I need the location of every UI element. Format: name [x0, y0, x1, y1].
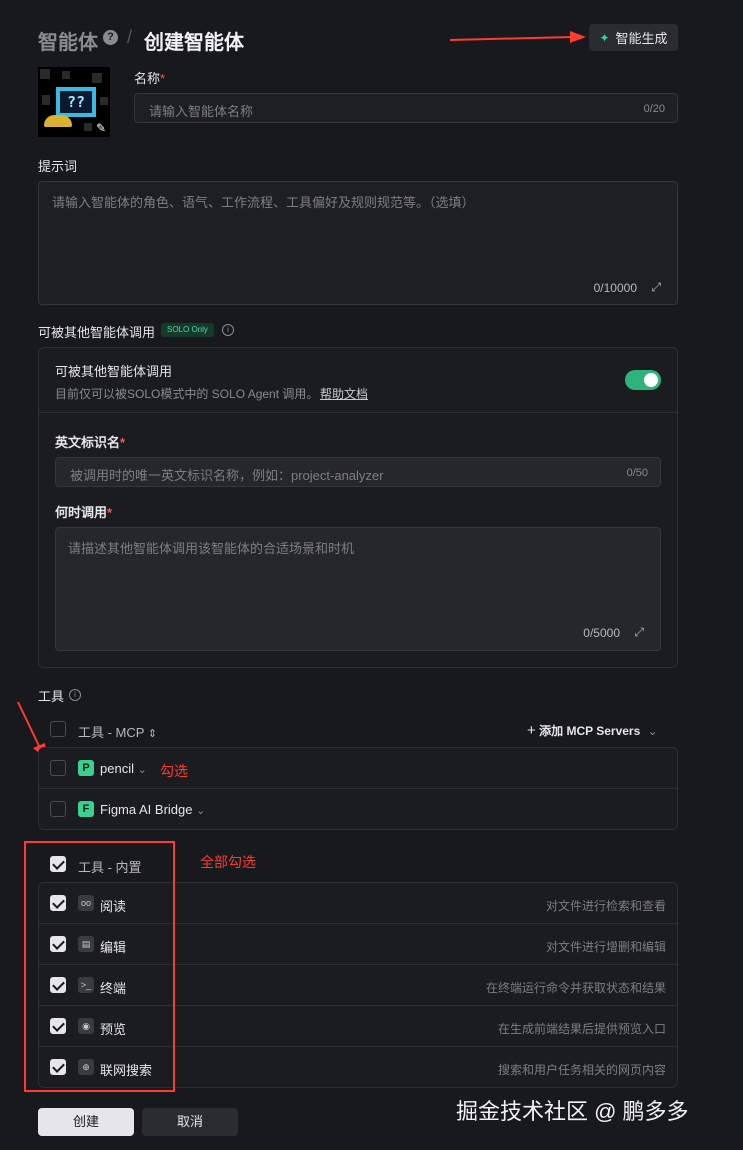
avatar-gold-icon — [44, 115, 72, 127]
info-icon[interactable]: i — [69, 689, 81, 701]
plus-icon: + — [527, 722, 536, 739]
mcp-item-label: Figma AI Bridge — [100, 802, 193, 817]
prompt-counter: 0/10000 — [593, 281, 637, 295]
add-mcp-button[interactable]: + 添加 MCP Servers ⌄ — [527, 722, 658, 739]
en-name-placeholder: 被调用时的唯一英文标识名称，例如：project-analyzer — [70, 468, 384, 483]
divider — [39, 788, 677, 789]
mcp-select-all-checkbox[interactable] — [50, 721, 66, 737]
annotation-arrow-icon — [449, 31, 586, 43]
callable-desc: 目前仅可以被SOLO模式中的 SOLO Agent 调用。 — [55, 387, 319, 401]
cancel-button[interactable]: 取消 — [142, 1108, 238, 1136]
smart-generate-button[interactable]: ✦ 智能生成 — [589, 24, 678, 51]
mcp-header: 工具 - MCP ⇕ — [78, 722, 157, 741]
add-mcp-label: 添加 MCP Servers — [539, 724, 641, 738]
avatar[interactable]: ?? ✎ — [38, 67, 110, 137]
chevron-down-icon: ⌄ — [137, 764, 147, 776]
en-name-label: 英文标识名* — [55, 432, 125, 451]
en-name-input[interactable]: 被调用时的唯一英文标识名称，例如：project-analyzer 0/50 — [55, 457, 661, 487]
sparkle-icon: ✦ — [599, 30, 610, 45]
annotation-frame — [24, 841, 175, 1092]
page-title: 创建智能体 — [144, 32, 244, 54]
when-placeholder: 请描述其他智能体调用该智能体的合适场景和时机 — [68, 541, 355, 556]
help-icon[interactable]: ? — [103, 30, 118, 45]
prompt-placeholder: 请输入智能体的角色、语气、工作流程、工具偏好及规则规范等。（选填） — [52, 195, 475, 210]
callable-toggle[interactable] — [625, 370, 661, 390]
name-input[interactable]: 请输入智能体名称 0/20 — [134, 93, 678, 123]
en-name-counter: 0/50 — [626, 467, 648, 479]
chevron-down-icon: ⌄ — [647, 724, 658, 738]
create-button[interactable]: 创建 — [38, 1108, 134, 1136]
tool-edit-desc: 对文件进行增删和编辑 — [545, 940, 666, 954]
avatar-screen: ?? — [56, 87, 96, 117]
breadcrumb-separator: / — [127, 27, 133, 47]
expand-icon[interactable]: ⤢ — [651, 280, 661, 295]
when-counter: 0/5000 — [583, 626, 620, 640]
solo-only-badge: SOLO Only — [161, 323, 214, 337]
figma-logo-icon: F — [78, 801, 94, 817]
help-doc-link[interactable]: 帮助文档 — [320, 385, 368, 402]
callable-section-label: 可被其他智能体调用 — [38, 325, 156, 340]
prompt-textarea[interactable]: 请输入智能体的角色、语气、工作流程、工具偏好及规则规范等。（选填） 0/1000… — [38, 181, 678, 305]
pencil-checkbox[interactable] — [50, 760, 66, 776]
when-label-text: 何时调用 — [55, 505, 108, 520]
name-placeholder: 请输入智能体名称 — [149, 104, 254, 119]
annotation-check-one: 勾选 — [160, 763, 188, 779]
tool-web-search-desc: 搜索和用户任务相关的网页内容 — [497, 1063, 666, 1077]
prompt-label: 提示词 — [38, 159, 78, 174]
sort-icon[interactable]: ⇕ — [148, 728, 157, 740]
name-label: 名称* — [134, 68, 165, 87]
info-icon[interactable]: i — [222, 324, 234, 336]
mcp-item-pencil[interactable]: pencil ⌄ — [100, 761, 147, 776]
mcp-header-label: 工具 - MCP — [78, 725, 145, 740]
smart-generate-label: 智能生成 — [615, 31, 668, 46]
name-label-text: 名称 — [134, 71, 161, 86]
name-counter: 0/20 — [643, 103, 665, 115]
pencil-logo-icon: P — [78, 760, 94, 776]
watermark: 掘金技术社区 @ 鹏多多 — [456, 1099, 689, 1124]
required-mark: * — [160, 71, 166, 86]
mcp-item-label: pencil — [100, 761, 134, 776]
tool-read-desc: 对文件进行检索和查看 — [545, 899, 666, 913]
en-name-label-text: 英文标识名 — [55, 435, 121, 450]
pencil-icon[interactable]: ✎ — [96, 121, 106, 135]
annotation-check-all: 全部勾选 — [200, 854, 256, 870]
expand-icon[interactable]: ⤢ — [634, 625, 644, 640]
when-label: 何时调用* — [55, 502, 112, 521]
figma-checkbox[interactable] — [50, 801, 66, 817]
required-mark: * — [107, 505, 113, 520]
mcp-item-figma[interactable]: Figma AI Bridge ⌄ — [100, 802, 205, 817]
tool-preview-desc: 在生成前端结果后提供预览入口 — [497, 1022, 666, 1036]
tool-terminal-desc: 在终端运行命令并获取状态和结果 — [485, 981, 666, 995]
chevron-down-icon: ⌄ — [196, 805, 206, 817]
required-mark: * — [120, 435, 126, 450]
callable-title: 可被其他智能体调用 — [55, 364, 173, 379]
toggle-knob — [644, 373, 658, 387]
breadcrumb-agents[interactable]: 智能体 — [38, 26, 98, 55]
divider — [39, 412, 677, 413]
when-textarea[interactable]: 请描述其他智能体调用该智能体的合适场景和时机 0/5000 ⤢ — [55, 527, 661, 651]
